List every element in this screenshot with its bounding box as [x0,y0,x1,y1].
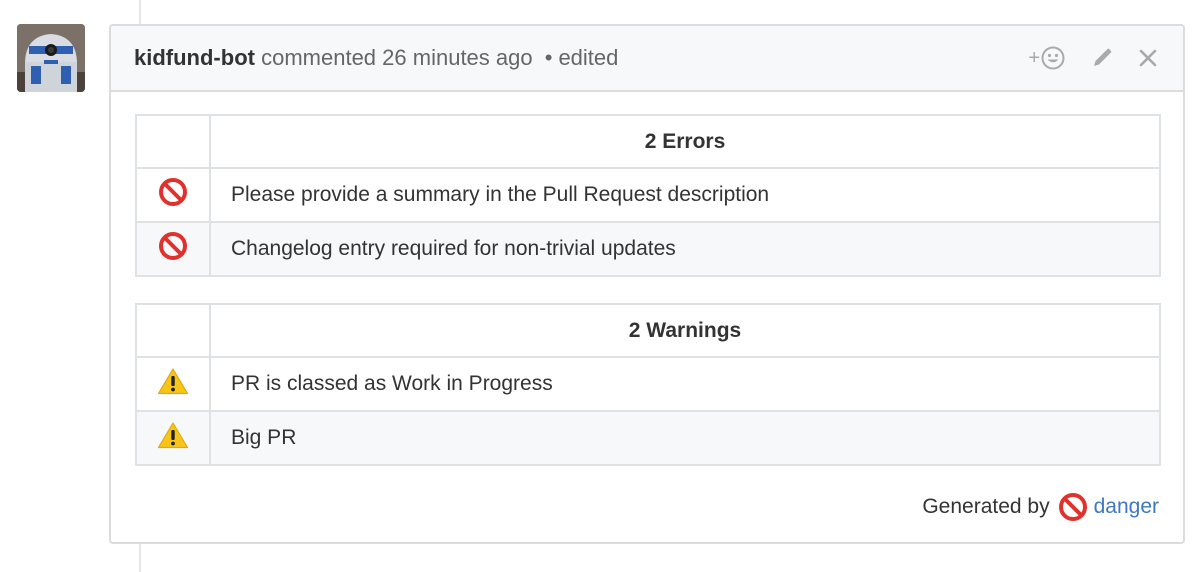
comment-box: kidfund-bot commented 26 minutes ago • ed… [109,24,1185,544]
error-icon-cell [135,221,211,277]
warnings-table-header-row: 2 Warnings [135,303,1161,358]
comment-meta: kidfund-bot commented 26 minutes ago • ed… [134,45,618,71]
errors-table: 2 Errors Please provide a summary in the… [135,114,1161,277]
timeline-comment-view: kidfund-bot commented 26 minutes ago • ed… [0,0,1200,572]
avatar[interactable] [17,24,85,92]
danger-no-entry-icon [1058,492,1088,522]
table-row: PR is classed as Work in Progress [135,356,1161,412]
comment-timestamp[interactable]: 26 minutes ago [382,45,532,70]
timeline-line-top [139,0,141,24]
pencil-icon [1094,48,1112,66]
plus-glyph: + [1028,46,1040,69]
warning-icon [157,368,189,395]
edit-comment-button[interactable] [1091,47,1113,69]
warning-message: PR is classed as Work in Progress [209,356,1161,412]
no-entry-icon [1058,493,1087,521]
comment-action: commented [261,45,377,70]
table-row: Changelog entry required for non-trivial… [135,221,1161,277]
error-icon-cell [135,167,211,223]
error-message: Please provide a summary in the Pull Req… [209,167,1161,223]
error-message: Changelog entry required for non-trivial… [209,221,1161,277]
warnings-table-blank-header [135,303,211,358]
errors-table-header: 2 Errors [209,114,1161,169]
delete-comment-button[interactable] [1139,49,1157,67]
danger-link[interactable]: danger [1094,495,1159,519]
smiley-icon [1041,46,1065,70]
add-reaction-button[interactable]: + [1028,46,1065,70]
table-row: Please provide a summary in the Pull Req… [135,167,1161,223]
generated-by-label: Generated by [922,495,1050,518]
comment-actions: + [1028,46,1157,70]
comment-author-link[interactable]: kidfund-bot [134,45,255,70]
warning-icon-cell [135,356,211,412]
generated-by-footer: Generated by danger [135,492,1159,522]
errors-table-blank-header [135,114,211,169]
warnings-table: 2 Warnings PR is classed as Work in Prog… [135,303,1161,466]
no-entry-icon [159,232,187,260]
warning-icon [157,422,189,449]
avatar-r2d2-image [17,24,85,92]
errors-table-header-row: 2 Errors [135,114,1161,169]
warning-icon-cell [135,410,211,466]
table-row: Big PR [135,410,1161,466]
warning-message: Big PR [209,410,1161,466]
timeline-line-bottom [139,544,141,572]
warnings-table-header: 2 Warnings [209,303,1161,358]
close-icon [1139,49,1157,67]
comment-header: kidfund-bot commented 26 minutes ago • ed… [111,26,1183,92]
comment-body: 2 Errors Please provide a summary in the… [111,92,1183,522]
edited-indicator[interactable]: edited [558,45,618,70]
no-entry-icon [159,178,187,206]
meta-separator: • [544,45,553,70]
